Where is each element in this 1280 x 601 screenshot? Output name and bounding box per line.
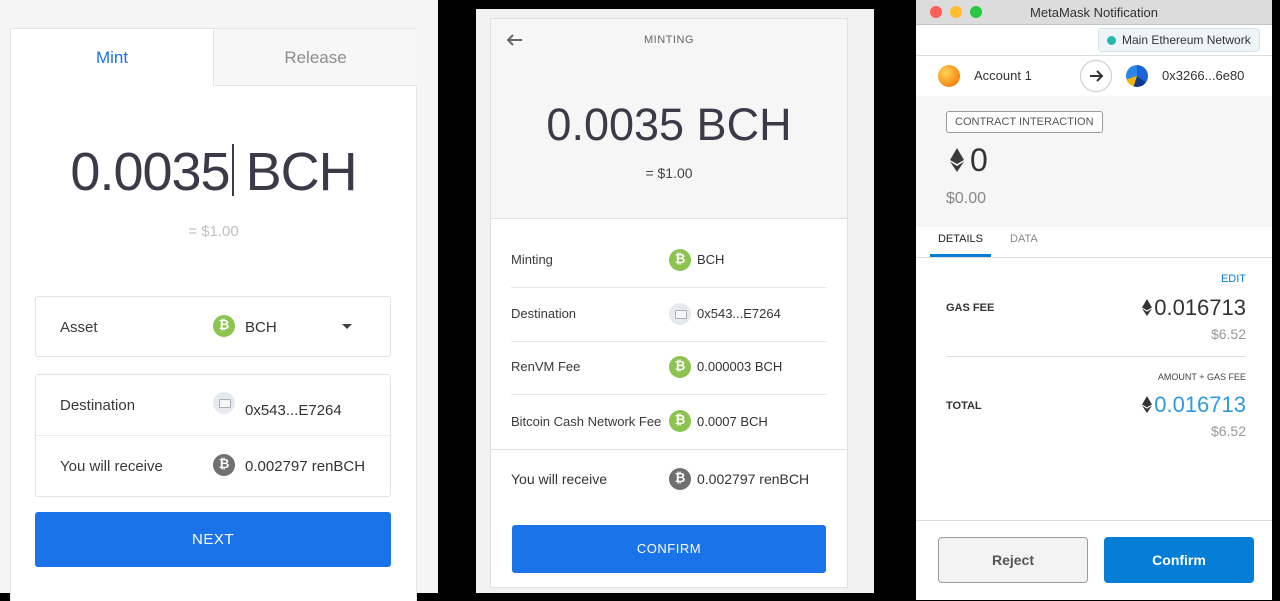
destination-value: 0x543...E7264 xyxy=(245,402,342,419)
details-tabs: DETAILS DATA xyxy=(916,227,1272,258)
asset-value: BCH xyxy=(245,319,277,336)
detail-value: 0x543...E7264 xyxy=(697,306,781,321)
bch-coin-icon: ₿ xyxy=(213,315,235,337)
account-row: Account 1 0x3266...6e80 xyxy=(916,55,1272,97)
minting-panel: MINTING 0.0035 BCH = $1.00 Minting ₿ BCH… xyxy=(476,9,874,593)
divider xyxy=(946,356,1246,357)
wallet-icon xyxy=(669,303,691,325)
detail-value: 0.0007 BCH xyxy=(697,414,768,429)
tab-details[interactable]: DETAILS xyxy=(930,227,991,257)
asset-label: Asset xyxy=(60,319,98,336)
gas-fee-eth: 0.016713 xyxy=(1142,295,1246,321)
detail-label: Destination xyxy=(511,306,577,321)
network-status-dot xyxy=(1107,36,1116,45)
tab-data[interactable]: DATA xyxy=(1010,227,1038,254)
ethereum-icon xyxy=(950,148,964,172)
eth-amount: 0 xyxy=(970,142,988,178)
next-button[interactable]: NEXT xyxy=(35,512,391,567)
amount-value: 0.0035 xyxy=(70,142,230,202)
account-name[interactable]: Account 1 xyxy=(974,68,1032,83)
details-box: Destination 0x543...E7264 You will recei… xyxy=(35,374,391,497)
receive-value: 0.002797 renBCH xyxy=(245,458,366,475)
recipient-address[interactable]: 0x3266...6e80 xyxy=(1162,68,1244,83)
confirm-button[interactable]: Confirm xyxy=(1104,537,1254,583)
amount-currency: BCH xyxy=(245,142,358,202)
window-titlebar: MetaMask Notification xyxy=(916,0,1272,25)
receive-value: 0.002797 renBCH xyxy=(697,471,810,487)
ethereum-icon xyxy=(1142,396,1153,413)
detail-row-minting: Minting ₿ BCH xyxy=(511,234,827,288)
tab-release[interactable]: Release xyxy=(213,29,417,86)
contract-interaction-badge: CONTRACT INTERACTION xyxy=(946,111,1103,133)
arrow-right-icon xyxy=(1080,60,1112,92)
detail-row-network-fee: Bitcoin Cash Network Fee ₿ 0.0007 BCH xyxy=(511,395,827,448)
transaction-summary: CONTRACT INTERACTION 0 $0.00 xyxy=(916,96,1272,227)
destination-label: Destination xyxy=(60,397,136,414)
total-usd: $6.52 xyxy=(1210,423,1246,439)
detail-value: BCH xyxy=(697,252,725,267)
minting-header: MINTING 0.0035 BCH = $1.00 xyxy=(491,19,847,219)
detail-label: RenVM Fee xyxy=(511,359,581,374)
receive-label: You will receive xyxy=(60,458,163,475)
footer-actions: Reject Confirm xyxy=(916,520,1272,601)
receive-label: You will receive xyxy=(511,471,607,487)
text-cursor xyxy=(231,144,234,196)
receive-row: You will receive ₿ 0.002797 renBCH xyxy=(36,436,390,496)
total-eth-value: 0.016713 xyxy=(1154,392,1246,417)
account-avatar xyxy=(938,65,960,87)
total-label: TOTAL xyxy=(946,400,982,412)
usd-amount: $0.00 xyxy=(946,190,987,207)
minting-title: MINTING xyxy=(644,34,694,46)
detail-row-destination: Destination 0x543...E7264 xyxy=(511,288,827,342)
gas-fee-usd: $6.52 xyxy=(1210,326,1246,342)
confirm-button[interactable]: CONFIRM xyxy=(512,525,826,573)
recipient-avatar xyxy=(1126,65,1148,87)
edit-link[interactable]: EDIT xyxy=(1221,273,1246,285)
minting-amount: 0.0035 BCH xyxy=(546,99,792,150)
gas-fee-label: GAS FEE xyxy=(946,302,995,314)
wallet-icon xyxy=(213,392,235,414)
asset-select[interactable]: Asset ₿ BCH xyxy=(35,296,391,357)
total-eth: 0.016713 xyxy=(1142,392,1246,418)
minting-card: MINTING 0.0035 BCH = $1.00 Minting ₿ BCH… xyxy=(490,18,848,588)
detail-row-renvm-fee: RenVM Fee ₿ 0.000003 BCH xyxy=(511,341,827,395)
receive-row: You will receive ₿ 0.002797 renBCH xyxy=(491,449,847,506)
metamask-window: MetaMask Notification Main Ethereum Netw… xyxy=(916,0,1272,600)
detail-label: Minting xyxy=(511,252,553,267)
bch-coin-icon: ₿ xyxy=(669,249,691,271)
gas-fee-eth-value: 0.016713 xyxy=(1154,295,1246,320)
network-selector[interactable]: Main Ethereum Network xyxy=(1098,28,1260,52)
renbch-coin-icon: ₿ xyxy=(669,468,691,490)
mint-card: Mint Release 0.0035 BCH = $1.00 Asset ₿ B… xyxy=(10,28,417,601)
mint-panel: Mint Release 0.0035 BCH = $1.00 Asset ₿ B… xyxy=(0,0,438,601)
destination-row: Destination 0x543...E7264 xyxy=(36,375,390,436)
chevron-down-icon xyxy=(342,324,352,329)
detail-value: 0.000003 BCH xyxy=(697,359,783,374)
usd-equivalent: = $1.00 xyxy=(188,223,239,240)
bch-coin-icon: ₿ xyxy=(669,356,691,378)
tab-mint[interactable]: Mint xyxy=(11,29,213,85)
ethereum-icon xyxy=(1142,299,1153,316)
detail-label: Bitcoin Cash Network Fee xyxy=(511,414,662,429)
minting-usd: = $1.00 xyxy=(645,165,693,181)
network-name: Main Ethereum Network xyxy=(1122,33,1251,47)
reject-button[interactable]: Reject xyxy=(938,537,1088,583)
renbch-coin-icon: ₿ xyxy=(213,454,235,476)
amount-input[interactable]: 0.0035 BCH xyxy=(11,141,416,203)
window-title: MetaMask Notification xyxy=(1030,5,1158,20)
bch-coin-icon: ₿ xyxy=(669,410,691,432)
amount-gas-label: AMOUNT + GAS FEE xyxy=(1157,372,1246,382)
